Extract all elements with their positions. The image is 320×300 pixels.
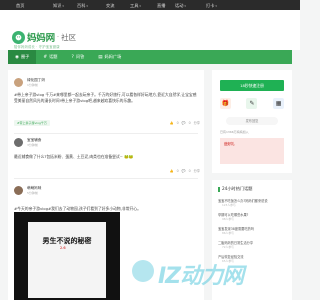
logo-text: 妈妈网 xyxy=(27,33,55,44)
divider xyxy=(14,133,198,134)
section-name: 社区 xyxy=(61,32,77,42)
hot-topic-meta: 72人参与 xyxy=(222,245,234,249)
topnav-item[interactable]: 交流 xyxy=(106,3,114,9)
hot-topic-meta: 98人参与 xyxy=(222,217,234,221)
video-frame: 男生不说的秘密 2.6 xyxy=(28,222,106,298)
category-label: 话题 xyxy=(49,54,58,59)
hot-topic-meta: 86人参与 xyxy=(222,231,234,235)
topnav-item[interactable]: 知识 ▾ xyxy=(53,3,64,9)
calendar-icon[interactable]: ▦ xyxy=(273,98,285,109)
member-stat: 已有1366万妈妈加入 xyxy=(220,130,249,134)
video-duration: 2.6 xyxy=(60,246,66,250)
category-label: 妈妈广场 xyxy=(104,54,122,59)
category-icon: ▤ xyxy=(98,54,103,60)
post-tag[interactable]: #带上亲子游vlog千万 xyxy=(14,120,50,126)
topnav-item-label: 知识 xyxy=(53,2,62,8)
avatar[interactable] xyxy=(14,186,23,195)
post-time: 1分钟前 xyxy=(27,83,38,87)
post-text[interactable]: #带上亲子游vlog 千万#来哪里都一起去玩亲子。千万的好旅行,可以看各样好玩地… xyxy=(14,92,198,104)
topnav-item-label: 打卡 xyxy=(206,2,215,8)
site-logo[interactable]: 妈妈网 · 社区 xyxy=(12,30,76,44)
chevron-down-icon: ▾ xyxy=(86,3,88,8)
like-count: 0 xyxy=(176,120,179,125)
promo-banner[interactable]: 送好礼 xyxy=(220,138,284,164)
category-label: 问答 xyxy=(75,54,85,59)
topnav-item-label: 工具 xyxy=(130,2,139,8)
logo-separator: · xyxy=(56,33,60,41)
category-icon: ◉ xyxy=(15,54,19,60)
like-icon[interactable]: 👍 xyxy=(170,169,174,173)
hot-topics-title: 24小时热门话题 xyxy=(218,186,252,192)
post-time: 5分钟前 xyxy=(27,191,38,195)
post-text[interactable]: 最近辅食做了什么?包括米粉、蛋黄、土豆泥,肉类也在准备尝试~ 🐸🐸 xyxy=(14,154,198,160)
register-button[interactable]: 18秒快速注册 xyxy=(220,80,284,91)
topnav-item-label: 话动 xyxy=(175,2,184,8)
chevron-down-icon: ▾ xyxy=(62,3,64,8)
topnav-item-label: 首页 xyxy=(16,2,25,8)
post-time: 3分钟前 xyxy=(27,143,38,147)
hot-topic-meta: 123人参与 xyxy=(222,203,236,207)
topnav-item[interactable]: 话动 ▾ xyxy=(175,3,186,9)
avatar[interactable] xyxy=(14,138,23,147)
category-bar: ◉ 圈子 # 话题? 问答 ▤ 妈妈广场 xyxy=(8,50,292,64)
topnav-item-label: 直播 xyxy=(157,2,166,8)
logo-icon xyxy=(12,30,25,44)
topnav-item[interactable]: 首页 xyxy=(16,3,24,9)
comment-icon[interactable]: 💬 xyxy=(182,121,186,125)
watermark-logo xyxy=(132,260,154,282)
top-nav: 首页 知识 ▾ 百科 ▾ 交流 工具 ▾ 直播 话动 ▾ 打卡 ▾ xyxy=(0,0,300,10)
post-item[interactable]: 绿化园丁妈 1分钟前 #带上亲子游vlog 千万#来哪里都一起去玩亲子。千万的好… xyxy=(14,78,200,128)
watermark-text: IZ动力网 xyxy=(158,264,244,289)
site-header: 妈妈网 · 社区 陪伴妈妈成长 · 守护宝宝健康 xyxy=(0,10,300,50)
gift-icon[interactable]: 🎁 xyxy=(219,98,231,109)
sidebar-card: 18秒快速注册 🎁 ✎ ▦ 发布回复 已有1366万妈妈加入 送好礼 xyxy=(212,70,292,173)
topnav-item[interactable]: 工具 ▾ xyxy=(130,3,141,9)
divider xyxy=(14,178,198,179)
video-title: 男生不说的秘密 xyxy=(42,237,92,245)
topnav-item[interactable]: 直播 xyxy=(157,3,165,9)
post-item[interactable]: 宝宝辅食 3分钟前 最近辅食做了什么?包括米粉、蛋黄、土豆泥,肉类也在准备尝试~… xyxy=(14,138,200,174)
sidebar-icon-row: 🎁 ✎ ▦ xyxy=(212,98,292,109)
chevron-down-icon: ▾ xyxy=(139,3,141,8)
chevron-down-icon: ▾ xyxy=(184,3,186,8)
category-icon: ? xyxy=(71,54,74,60)
site-slogan: 陪伴妈妈成长 · 守护宝宝健康 xyxy=(14,45,60,49)
topnav-item-label: 交流 xyxy=(106,2,115,8)
post-actions: 👍 0 💬 0 分享 xyxy=(167,120,200,126)
post-actions: 👍 0 💬 0 分享 xyxy=(167,168,200,174)
banner-text: 送好礼 xyxy=(224,142,235,146)
post-video[interactable]: 男生不说的秘密 2.6 xyxy=(14,212,120,300)
comment-count: 0 xyxy=(188,168,191,173)
hot-topics-heading: 24小时热门话题 xyxy=(222,186,253,191)
edit-icon[interactable]: ✎ xyxy=(246,98,258,109)
comment-icon[interactable]: 💬 xyxy=(182,169,186,173)
comment-count: 0 xyxy=(188,120,191,125)
topnav-item[interactable]: 打卡 ▾ xyxy=(206,3,217,9)
category-tab[interactable]: ▤ 妈妈广场 xyxy=(91,50,128,64)
topnav-item-label: 百科 xyxy=(77,2,86,8)
share-button[interactable]: 分享 xyxy=(194,168,200,173)
category-tab[interactable]: ◉ 圈子 xyxy=(8,50,37,64)
share-button[interactable]: 分享 xyxy=(194,120,200,125)
category-tab[interactable]: ? 问答 xyxy=(65,50,92,64)
chevron-down-icon: ▾ xyxy=(215,3,217,8)
category-icon: # xyxy=(43,54,48,60)
title-accent xyxy=(218,186,220,192)
category-tab[interactable]: # 话题 xyxy=(36,50,64,64)
category-label: 圈子 xyxy=(20,54,30,59)
topnav-item[interactable]: 百科 ▾ xyxy=(77,3,88,9)
publish-button[interactable]: 发布回复 xyxy=(226,117,278,125)
like-count: 0 xyxy=(176,168,179,173)
avatar[interactable] xyxy=(14,78,23,87)
like-icon[interactable]: 👍 xyxy=(170,121,174,125)
